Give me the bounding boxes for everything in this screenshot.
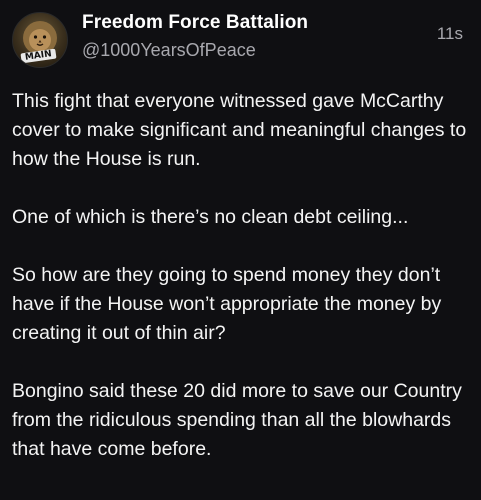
author-handle[interactable]: @1000YearsOfPeace	[82, 40, 256, 61]
post-paragraph: So how are they going to spend money the…	[12, 264, 442, 344]
author-name[interactable]: Freedom Force Battalion	[82, 12, 308, 34]
post-card: MAIN Freedom Force Battalion @1000YearsO…	[0, 0, 481, 500]
post-header: MAIN Freedom Force Battalion @1000YearsO…	[12, 8, 463, 68]
post-timestamp[interactable]: 11s	[437, 24, 463, 44]
avatar[interactable]: MAIN	[12, 12, 68, 68]
post-paragraph: Bongino said these 20 did more to save o…	[12, 380, 462, 460]
post-paragraph: This fight that everyone witnessed gave …	[12, 90, 467, 170]
post-body: This fight that everyone witnessed gave …	[12, 87, 467, 464]
post-paragraph: One of which is there’s no clean debt ce…	[12, 206, 409, 228]
